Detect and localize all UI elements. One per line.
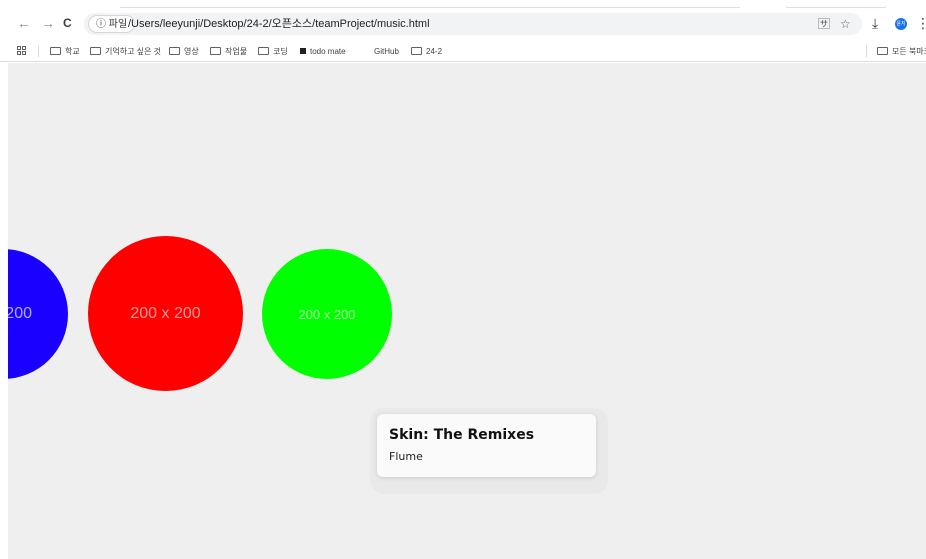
folder-icon [411, 47, 422, 55]
folder-icon [877, 47, 888, 55]
translate-icon[interactable]: 🈂 [818, 16, 830, 32]
tab-strip-edge-right [786, 7, 886, 8]
bookmark-folder-coding[interactable]: 코딩 [258, 46, 288, 57]
folder-icon [50, 47, 61, 55]
tab-strip-edge [120, 7, 740, 8]
bookmark-label: 기억하고 싶은 것 [105, 47, 161, 56]
bookmark-todo-mate[interactable]: todo mate [300, 46, 346, 57]
album-info-card: Skin: The Remixes Flume [377, 414, 596, 477]
album-circle-red[interactable]: 200 x 200 [88, 236, 243, 391]
bookmark-github[interactable]: GitHub [374, 46, 399, 57]
bookmark-label: 코딩 [273, 47, 288, 56]
album-title: Skin: The Remixes [389, 427, 535, 443]
all-bookmarks-button[interactable]: 모든 북마크 [877, 46, 926, 57]
bookmark-star-icon[interactable]: ☆ [840, 16, 851, 32]
bookmarks-separator-right [866, 45, 867, 57]
reload-icon[interactable]: C [63, 15, 72, 31]
bookmark-label: 학교 [65, 47, 80, 56]
apps-grid-icon[interactable] [17, 46, 27, 56]
bookmark-label: 작업물 [225, 47, 248, 56]
bookmark-folder-school[interactable]: 학교 [50, 46, 80, 57]
download-icon[interactable]: ⤓ [872, 14, 878, 32]
album-placeholder-label: 200 [8, 305, 32, 322]
bookmark-folder-works[interactable]: 작업물 [210, 46, 247, 57]
bookmark-folder-24-2[interactable]: 24-2 [411, 46, 442, 57]
address-url[interactable]: /Users/leeyunji/Desktop/24-2/오픈소스/teamPr… [128, 17, 430, 31]
bookmark-label: GitHub [374, 47, 399, 56]
bookmarks-separator [38, 45, 39, 57]
folder-icon [169, 47, 180, 55]
bookmark-label: 24-2 [426, 47, 443, 56]
bookmark-folder-memories[interactable]: 기억하고 싶은 것 [90, 46, 161, 57]
todo-mate-site-icon [300, 48, 306, 54]
back-arrow-icon[interactable]: ← [17, 15, 31, 31]
album-artist: Flume [389, 450, 423, 463]
album-circle-green[interactable]: 200 x 200 [262, 249, 392, 379]
album-circle-blue[interactable]: 200 [8, 249, 68, 379]
window-left-edge [0, 63, 8, 559]
bookmark-folder-video[interactable]: 영상 [169, 46, 199, 57]
forward-arrow-icon[interactable]: → [41, 15, 55, 31]
folder-icon [210, 47, 221, 55]
folder-icon [258, 47, 269, 55]
folder-icon [90, 47, 101, 55]
menu-kebab-icon[interactable]: ⋮ [916, 14, 926, 32]
profile-avatar[interactable]: 윤지 [895, 18, 907, 30]
page-content: 200 200 x 200 200 x 200 Skin: The Remixe… [8, 63, 926, 559]
browser-window: ← → C ⓘ 파일 /Users/leeyunji/Desktop/24-2/… [0, 0, 926, 559]
bookmark-label: 영상 [184, 47, 199, 56]
album-placeholder-label: 200 x 200 [130, 304, 201, 322]
album-placeholder-label: 200 x 200 [298, 306, 356, 322]
all-bookmarks-label: 모든 북마크 [892, 47, 926, 56]
bookmark-label: todo mate [310, 47, 346, 56]
